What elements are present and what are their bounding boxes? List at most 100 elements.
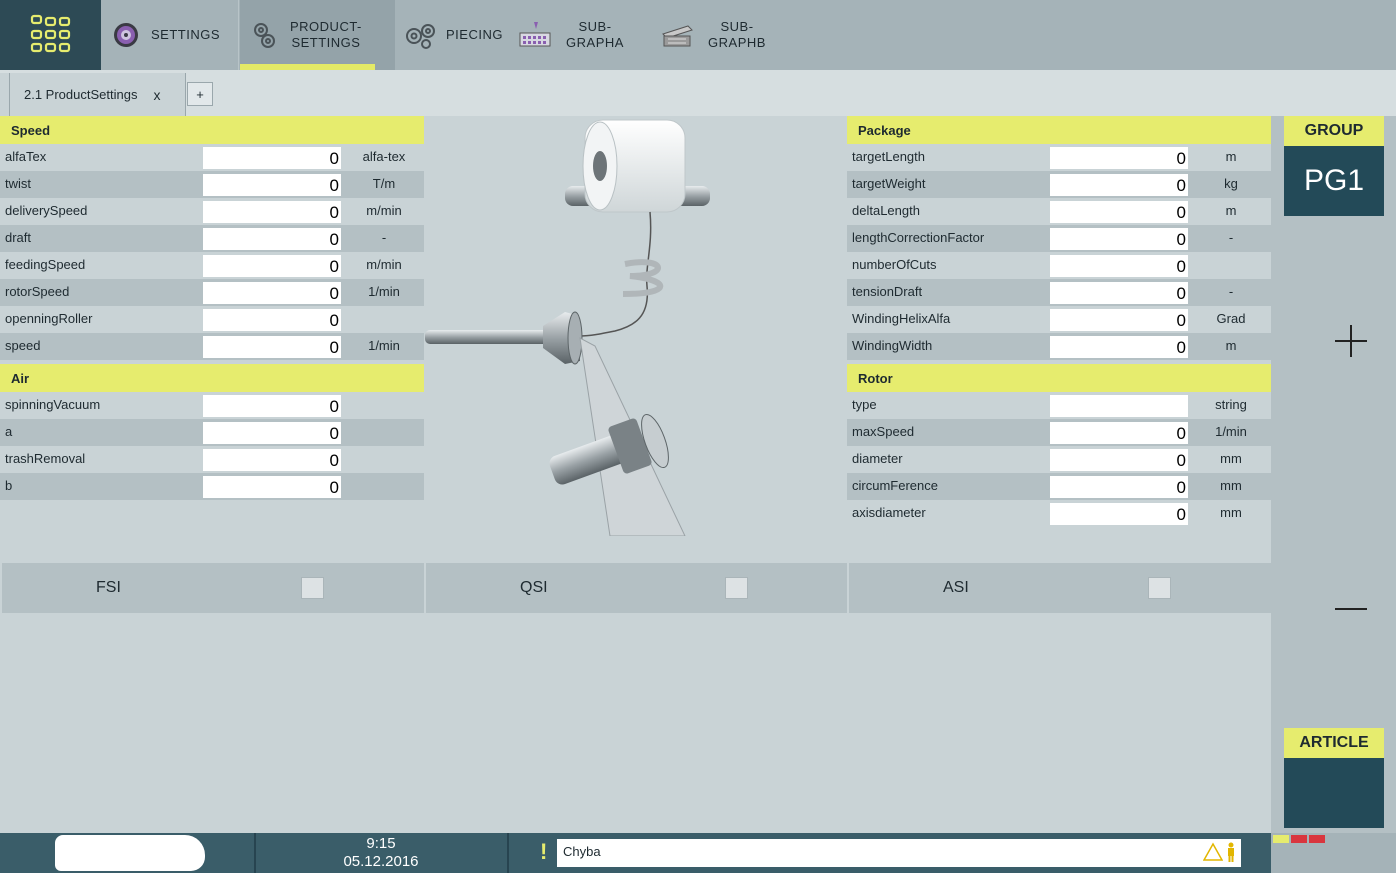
rotor-row: type string [847,392,1271,419]
operator-icon [1228,842,1234,862]
package-row-input[interactable]: 0 [1050,147,1188,169]
article-value[interactable] [1284,758,1384,828]
package-row-input[interactable]: 0 [1050,282,1188,304]
home-button[interactable] [0,0,101,70]
rotor-header: Rotor [847,364,1271,392]
rotor-row-label: axisdiameter [852,505,926,520]
option-qsi: QSI [426,563,847,613]
option-fsi-label: FSI [96,579,121,596]
package-row-input[interactable]: 0 [1050,336,1188,358]
gears-icon [404,18,438,52]
gears-icon [248,18,282,52]
package-row-label: WindingHelixAlfa [852,311,951,326]
nav-sub-graphb[interactable]: SUB- GRAPHB [656,0,796,70]
air-row-input[interactable]: 0 [203,422,341,444]
package-row: lengthCorrectionFactor 0 - [847,225,1271,252]
rotor-row: diameter 0 mm [847,446,1271,473]
air-row-input[interactable]: 0 [203,476,341,498]
nav-product-label-1: PRODUCT- [290,19,362,34]
tab-close-button[interactable]: x [153,87,160,103]
rotor-panel: Rotor type string maxSpeed 0 1/min diameter 0 m… [847,364,1271,527]
nav-subb-label-2: GRAPHB [708,35,766,50]
speed-row-input[interactable]: 0 [203,147,341,169]
rotor-row-input[interactable]: 0 [1050,422,1188,444]
speed-row-input[interactable]: 0 [203,282,341,304]
package-row-unit: m [1225,203,1237,218]
nav-suba-label-1: SUB- [578,19,612,34]
user-area[interactable] [55,835,205,871]
option-asi-checkbox[interactable] [1148,577,1171,599]
speed-row-input[interactable]: 0 [203,228,341,250]
tab-label: 2.1 ProductSettings [24,87,138,102]
warning-indicator: ! [540,839,548,864]
nav-piecing-label: PIECING [446,27,503,42]
speed-panel: Speed alfaTex 0 alfa-tex twist 0 T/m deliveryS… [0,116,424,360]
package-row-input[interactable]: 0 [1050,201,1188,223]
rotor-row-unit: mm [1220,478,1242,493]
package-row-input[interactable]: 0 [1050,255,1188,277]
message-box[interactable]: Chyba [557,839,1241,867]
rotor-row-input[interactable]: 0 [1050,503,1188,525]
speed-row-input[interactable]: 0 [203,174,341,196]
package-row-unit: - [1228,284,1234,299]
air-row-input[interactable]: 0 [203,395,341,417]
package-panel: Package targetLength 0 m targetWeight 0 kg del… [847,116,1271,360]
status-bar: 9:15 05.12.2016 ! Chyba [0,833,1396,873]
package-row-label: deltaLength [852,203,920,218]
speed-row-input[interactable]: 0 [203,309,341,331]
speed-row-label: speed [5,338,41,353]
clock-date: 05.12.2016 [343,853,419,870]
rotor-row-input[interactable] [1050,395,1188,417]
nav-settings[interactable]: SETTINGS [101,0,239,70]
package-row-label: WindingWidth [852,338,933,353]
nav-product-settings[interactable]: PRODUCT- SETTINGS [240,0,395,70]
speed-row-input[interactable]: 0 [203,336,341,358]
air-row: a0 [0,419,424,446]
speed-row: openningRoller 0 [0,306,424,333]
package-row-input[interactable]: 0 [1050,309,1188,331]
increase-button[interactable] [1331,321,1371,361]
package-row-label: targetWeight [852,176,926,191]
option-fsi-checkbox[interactable] [301,577,324,599]
message-text: Chyba [563,844,601,859]
rotor-row-input[interactable]: 0 [1050,449,1188,471]
add-tab-button[interactable]: + [187,82,213,106]
group-value[interactable]: PG1 [1284,146,1384,216]
nav-sub-grapha[interactable]: SUB- GRAPHA [514,0,654,70]
nav-subb-label-1: SUB- [720,19,754,34]
rotor-row-input[interactable]: 0 [1050,476,1188,498]
package-row-label: targetLength [852,149,926,164]
package-row-input[interactable]: 0 [1050,228,1188,250]
right-sidebar: GROUP PG1 ARTICLE [1271,116,1396,833]
speed-header: Speed [0,116,424,144]
decrease-button[interactable] [1331,594,1371,624]
rotor-row-label: circumFerence [852,478,938,493]
package-row: WindingWidth 0 m [847,333,1271,360]
speed-row-input[interactable]: 0 [203,255,341,277]
air-row-label: b [5,478,13,493]
speed-row-input[interactable]: 0 [203,201,341,223]
air-row-input[interactable]: 0 [203,449,341,471]
rotor-row-unit: string [1215,397,1247,412]
rotor-row-unit: mm [1220,451,1242,466]
rotor-row: circumFerence 0 mm [847,473,1271,500]
air-row: spinningVacuum 0 [0,392,424,419]
nav-piecing[interactable]: PIECING [400,0,510,70]
rotor-row: axisdiameter 0 mm [847,500,1271,527]
speed-row-unit: 1/min [368,284,400,299]
speed-row-label: alfaTex [5,149,47,164]
package-row-input[interactable]: 0 [1050,174,1188,196]
nav-suba-label-2: GRAPHA [566,35,624,50]
speed-row-unit: alfa-tex [362,149,406,164]
status-divider [507,833,509,873]
spinning-unit-illustration [425,116,715,537]
tab-strip: 2.1 ProductSettings x + [0,70,1396,116]
option-qsi-checkbox[interactable] [725,577,748,599]
tab-product-settings[interactable]: 2.1 ProductSettings x [0,73,186,116]
speed-row-unit: m/min [366,257,402,272]
option-asi: ASI [849,563,1271,613]
rotor-row-unit: mm [1220,505,1242,520]
group-title: GROUP [1284,116,1384,146]
tab-chevron [0,73,10,116]
speed-row: draft 0 - [0,225,424,252]
